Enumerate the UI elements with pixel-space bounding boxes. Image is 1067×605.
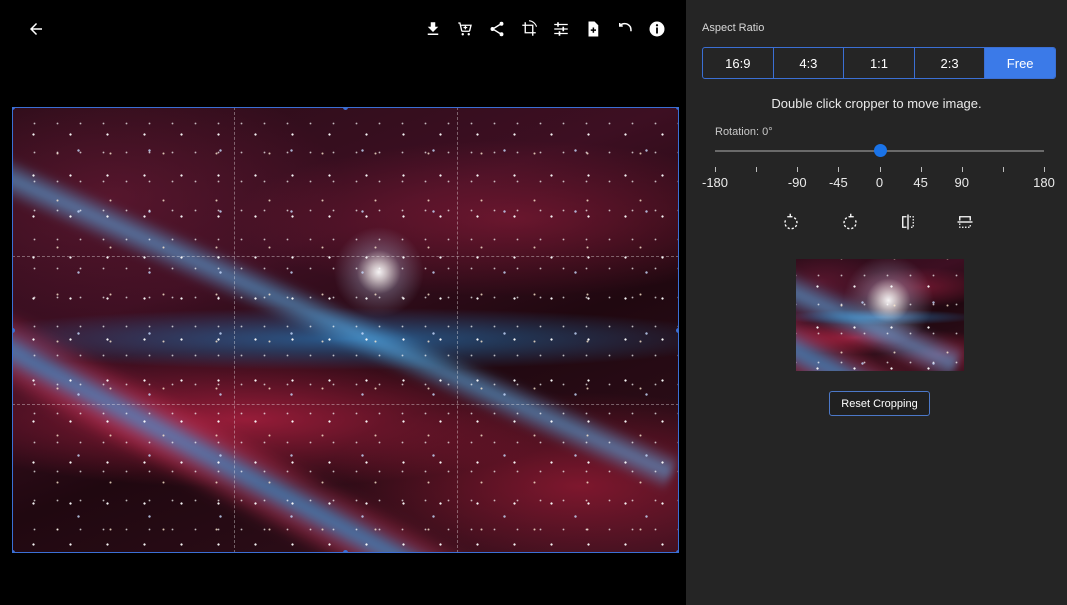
add-file-icon bbox=[588, 21, 599, 37]
rotation-tick bbox=[920, 167, 922, 172]
crop-area[interactable] bbox=[12, 107, 679, 553]
toolbar bbox=[422, 16, 668, 42]
ratio-16-9-button[interactable]: 16:9 bbox=[703, 48, 774, 78]
undo-icon bbox=[619, 22, 632, 32]
info-icon bbox=[649, 21, 665, 37]
crop-frame[interactable] bbox=[12, 107, 679, 553]
flip-horizontal-button[interactable] bbox=[896, 210, 920, 234]
rotation-tick bbox=[838, 167, 840, 172]
adjust-icon bbox=[554, 22, 568, 36]
rotation-tick-label: 180 bbox=[1033, 175, 1055, 190]
rotate-right-icon bbox=[843, 213, 857, 230]
crop-icon bbox=[522, 20, 538, 36]
crop-handle-bottom[interactable] bbox=[343, 550, 348, 553]
ratio-4-3-button[interactable]: 4:3 bbox=[774, 48, 845, 78]
rotation-label: Rotation: 0° bbox=[715, 126, 773, 138]
rotation-slider-thumb[interactable] bbox=[873, 144, 887, 157]
ratio-2-3-button[interactable]: 2:3 bbox=[915, 48, 986, 78]
aspect-ratio-group: 16:9 4:3 1:1 2:3 Free bbox=[702, 47, 1056, 79]
rotation-tick bbox=[797, 167, 799, 172]
rotation-tick-label: -180 bbox=[701, 175, 729, 190]
ratio-free-button[interactable]: Free bbox=[985, 48, 1055, 78]
add-file-button[interactable] bbox=[582, 18, 604, 40]
flip-horizontal-icon bbox=[902, 214, 914, 230]
rotation-tick bbox=[1044, 167, 1045, 172]
download-icon bbox=[427, 22, 439, 35]
crop-hint: Double click cropper to move image. bbox=[771, 96, 982, 111]
share-button[interactable] bbox=[486, 18, 508, 40]
crop-handle-right[interactable] bbox=[676, 328, 679, 333]
cart-button[interactable] bbox=[454, 18, 476, 40]
rotation-tick-label: 90 bbox=[954, 175, 969, 190]
download-button[interactable] bbox=[422, 18, 444, 40]
ratio-1-1-button[interactable]: 1:1 bbox=[844, 48, 915, 78]
arrow-left-icon bbox=[30, 23, 42, 35]
back-button[interactable] bbox=[24, 17, 48, 41]
crop-handle-bottom-left[interactable] bbox=[12, 550, 15, 553]
cart-icon bbox=[458, 22, 472, 36]
rotation-tick-label: -45 bbox=[828, 175, 848, 190]
rotation-tools bbox=[686, 210, 1067, 234]
undo-button[interactable] bbox=[614, 18, 636, 40]
crop-preview bbox=[796, 259, 964, 371]
rotation-tick bbox=[961, 167, 963, 172]
crop-handle-top-right[interactable] bbox=[676, 107, 679, 110]
image-viewer bbox=[0, 0, 686, 605]
share-icon bbox=[490, 21, 504, 37]
rotation-tick bbox=[715, 167, 716, 172]
reset-cropping-button[interactable]: Reset Cropping bbox=[829, 391, 930, 416]
flip-vertical-icon bbox=[957, 216, 973, 228]
aspect-ratio-label: Aspect Ratio bbox=[702, 22, 765, 34]
rotation-tick bbox=[756, 167, 758, 172]
rotation-tick-label: -90 bbox=[787, 175, 807, 190]
crop-handle-bottom-right[interactable] bbox=[676, 550, 679, 553]
rotation-tick-label: 0 bbox=[875, 175, 884, 190]
rotation-tick-label: 45 bbox=[913, 175, 928, 190]
rotate-left-button[interactable] bbox=[779, 210, 803, 234]
crop-rotate-button[interactable] bbox=[518, 18, 540, 40]
rotation-tick bbox=[1002, 167, 1004, 172]
rotate-right-button[interactable] bbox=[838, 210, 862, 234]
preview-stars bbox=[796, 259, 964, 371]
crop-panel: Aspect Ratio 16:9 4:3 1:1 2:3 Free Doubl… bbox=[686, 0, 1067, 605]
flip-vertical-button[interactable] bbox=[953, 210, 977, 234]
info-button[interactable] bbox=[646, 18, 668, 40]
adjust-button[interactable] bbox=[550, 18, 572, 40]
rotate-left-icon bbox=[784, 213, 798, 230]
rotation-tick bbox=[879, 167, 881, 172]
